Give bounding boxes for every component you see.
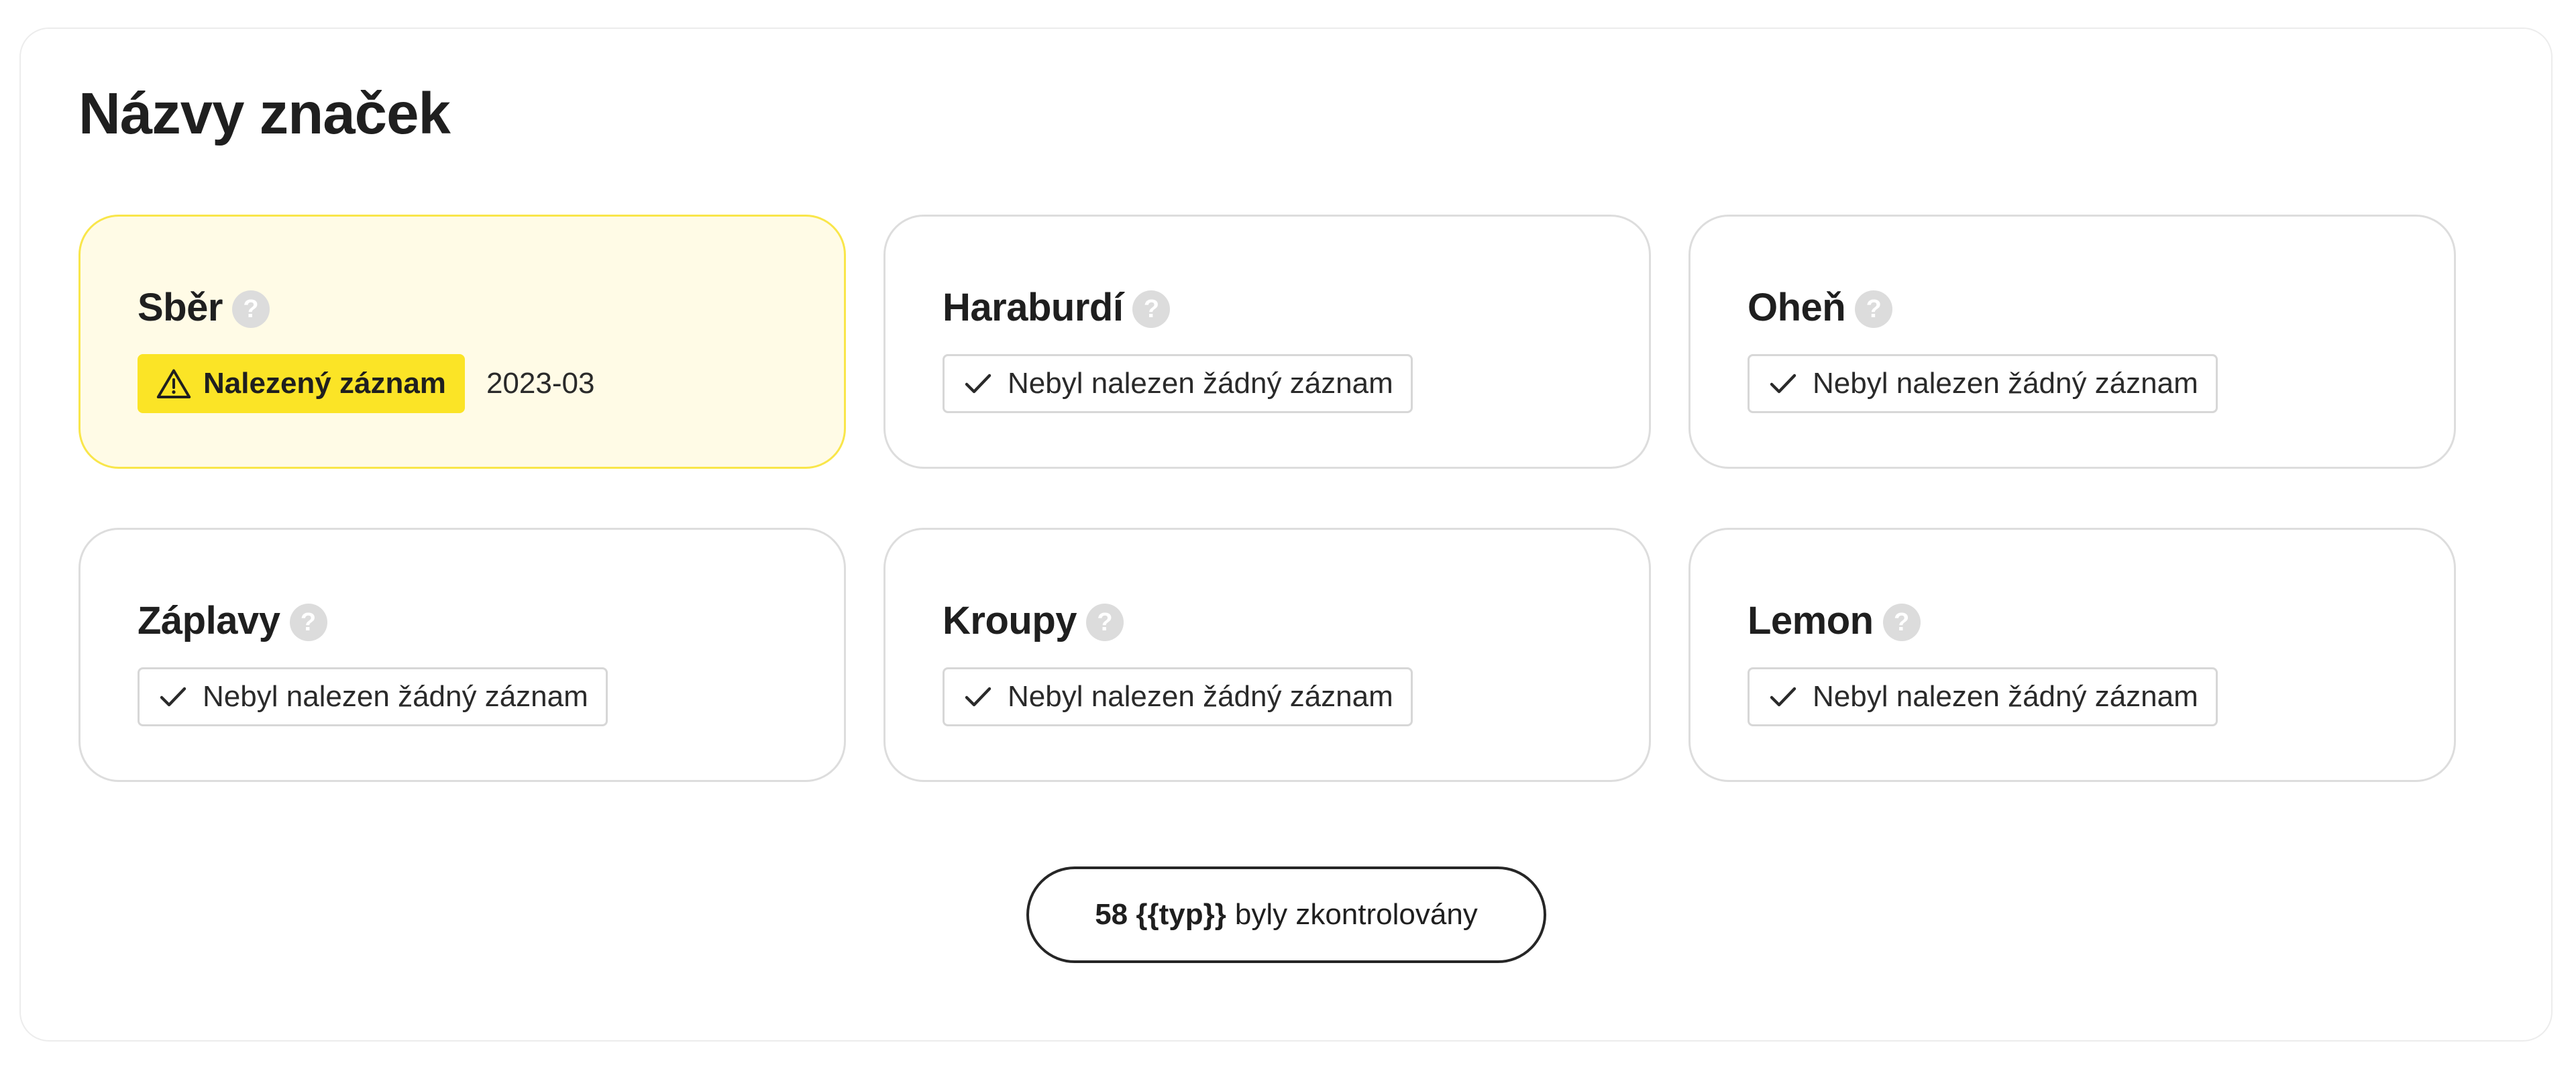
card-header: Kroupy ? [943, 594, 1649, 647]
status-row: Nalezený záznam 2023-03 [138, 354, 844, 413]
help-icon[interactable]: ? [1086, 604, 1124, 641]
check-icon [1770, 687, 1796, 707]
brand-cards-grid: Sběr ? Nalezený záznam 2023-03 Haraburdí… [78, 215, 2456, 782]
card-title: Kroupy [943, 598, 1077, 642]
help-icon[interactable]: ? [289, 604, 327, 641]
card-title: Lemon [1748, 598, 1874, 642]
record-found-label: Nalezený záznam [203, 367, 446, 400]
record-found-badge: Nalezený záznam [138, 354, 465, 413]
brand-card-sber: Sběr ? Nalezený záznam 2023-03 [78, 215, 846, 469]
no-record-badge: Nebyl nalezen žádný záznam [1748, 667, 2218, 726]
help-icon[interactable]: ? [1855, 290, 1893, 328]
brand-card-lemon: Lemon ? Nebyl nalezen žádný záznam [1688, 528, 2456, 782]
brand-card-kroupy: Kroupy ? Nebyl nalezen žádný záznam [883, 528, 1651, 782]
no-record-label: Nebyl nalezen žádný záznam [1813, 367, 2198, 400]
warning-triangle-icon [156, 369, 191, 398]
status-row: Nebyl nalezen žádný záznam [138, 667, 844, 726]
card-header: Haraburdí ? [943, 280, 1649, 334]
no-record-label: Nebyl nalezen žádný záznam [203, 680, 588, 713]
brand-card-haraburdi: Haraburdí ? Nebyl nalezen žádný záznam [883, 215, 1651, 469]
no-record-label: Nebyl nalezen žádný záznam [1813, 680, 2198, 713]
status-row: Nebyl nalezen žádný záznam [943, 667, 1649, 726]
card-title: Haraburdí [943, 285, 1124, 329]
no-record-label: Nebyl nalezen žádný záznam [1008, 367, 1393, 400]
card-title: Záplavy [138, 598, 280, 642]
checked-count-button[interactable]: 58 {{typ}} byly zkontrolovány [1026, 866, 1546, 963]
checked-count: 58 {{typ}} [1095, 898, 1226, 931]
card-header: Sběr ? [138, 280, 844, 334]
card-header: Lemon ? [1748, 594, 2454, 647]
brand-card-zaplavy: Záplavy ? Nebyl nalezen žádný záznam [78, 528, 846, 782]
card-header: Oheň ? [1748, 280, 2454, 334]
checked-suffix: byly zkontrolovány [1234, 898, 1478, 931]
page-title: Názvy značek [78, 81, 451, 146]
check-icon [160, 687, 186, 707]
no-record-badge: Nebyl nalezen žádný záznam [943, 354, 1413, 413]
record-date: 2023-03 [486, 367, 595, 400]
no-record-badge: Nebyl nalezen žádný záznam [138, 667, 608, 726]
no-record-label: Nebyl nalezen žádný záznam [1008, 680, 1393, 713]
status-row: Nebyl nalezen žádný záznam [943, 354, 1649, 413]
no-record-badge: Nebyl nalezen žádný záznam [1748, 354, 2218, 413]
check-icon [1770, 374, 1796, 394]
card-title: Oheň [1748, 285, 1846, 329]
check-icon [965, 687, 991, 707]
help-icon[interactable]: ? [231, 290, 270, 328]
help-icon[interactable]: ? [1882, 604, 1921, 641]
card-title: Sběr [138, 285, 223, 329]
status-row: Nebyl nalezen žádný záznam [1748, 354, 2454, 413]
no-record-badge: Nebyl nalezen žádný záznam [943, 667, 1413, 726]
card-header: Záplavy ? [138, 594, 844, 647]
help-icon[interactable]: ? [1132, 290, 1171, 328]
check-icon [965, 374, 991, 394]
brand-card-ohen: Oheň ? Nebyl nalezen žádný záznam [1688, 215, 2456, 469]
status-row: Nebyl nalezen žádný záznam [1748, 667, 2454, 726]
